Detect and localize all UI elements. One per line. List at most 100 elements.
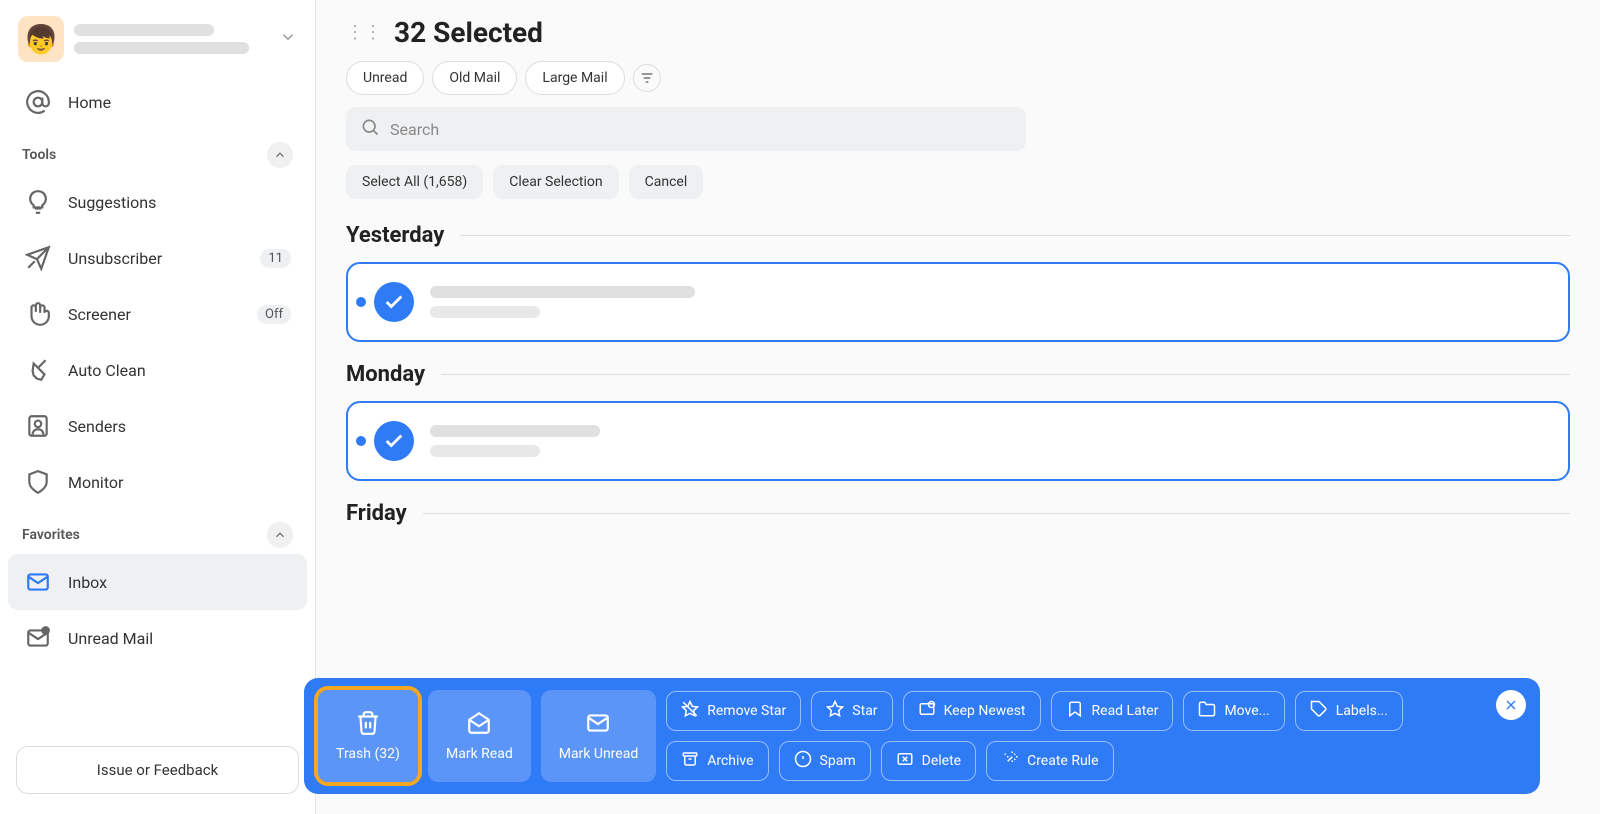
filter-old-mail[interactable]: Old Mail [432, 61, 517, 95]
move-button[interactable]: Move... [1183, 691, 1284, 731]
send-slash-icon [24, 244, 52, 272]
star-button[interactable]: Star [811, 691, 892, 731]
keep-newest-button[interactable]: Keep Newest [903, 691, 1041, 731]
close-action-bar-button[interactable] [1496, 690, 1526, 720]
sidebar-item-label: Screener [68, 305, 131, 324]
button-label: Labels... [1336, 703, 1388, 719]
sidebar-item-monitor[interactable]: Monitor [8, 454, 307, 510]
button-label: Create Rule [1027, 753, 1098, 769]
read-later-button[interactable]: Read Later [1051, 691, 1174, 731]
mark-read-button[interactable]: Mark Read [428, 690, 531, 782]
button-label: Read Later [1092, 703, 1159, 719]
mail-open-icon [466, 710, 492, 740]
page-title: 32 Selected [394, 16, 543, 49]
mail-placeholder [430, 286, 1548, 318]
filter-large-mail[interactable]: Large Mail [525, 61, 624, 95]
sidebar-item-inbox[interactable]: Inbox [8, 554, 307, 610]
sidebar-item-label: Unread Mail [68, 629, 153, 648]
sidebar-item-label: Inbox [68, 573, 107, 592]
tag-icon [1310, 700, 1328, 722]
mail-placeholder [430, 425, 1548, 457]
filter-icon[interactable] [633, 64, 661, 92]
mail-card[interactable] [346, 401, 1570, 481]
mark-unread-button[interactable]: Mark Unread [541, 690, 657, 782]
profile-placeholder [74, 24, 269, 54]
button-label: Move... [1224, 703, 1269, 719]
clear-selection-button[interactable]: Clear Selection [493, 165, 618, 199]
lightbulb-icon [24, 188, 52, 216]
sidebar-item-home[interactable]: Home [8, 74, 307, 130]
sidebar-item-label: Suggestions [68, 193, 156, 212]
section-label: Favorites [22, 527, 80, 543]
star-slash-icon [681, 700, 699, 722]
spam-button[interactable]: Spam [779, 741, 871, 781]
button-label: Delete [922, 753, 961, 769]
archive-icon [681, 750, 699, 772]
unread-dot-icon [356, 436, 366, 446]
section-label: Tools [22, 147, 56, 163]
sidebar-item-senders[interactable]: Senders [8, 398, 307, 454]
checkbox-checked-icon[interactable] [374, 421, 414, 461]
button-label: Spam [820, 753, 856, 769]
button-label: Remove Star [707, 703, 786, 719]
at-sign-icon [24, 88, 52, 116]
sidebar: 👦 Home Tools Suggestions [0, 0, 316, 814]
mail-icon [585, 710, 611, 740]
chevron-down-icon[interactable] [279, 28, 297, 50]
mail-clock-icon [918, 700, 936, 722]
mail-dot-icon [24, 624, 52, 652]
mail-card[interactable] [346, 262, 1570, 342]
unread-dot-icon [356, 297, 366, 307]
cancel-button[interactable]: Cancel [629, 165, 704, 199]
trash-button[interactable]: Trash (32) [318, 690, 418, 782]
group-header-yesterday: Yesterday [346, 223, 1570, 248]
button-label: Mark Read [446, 746, 513, 762]
bookmark-icon [1066, 700, 1084, 722]
delete-button[interactable]: Delete [881, 741, 976, 781]
mail-x-icon [896, 750, 914, 772]
create-rule-button[interactable]: Create Rule [986, 741, 1113, 781]
chevron-up-icon[interactable] [267, 142, 293, 168]
inbox-icon [24, 568, 52, 596]
alert-icon [794, 750, 812, 772]
broom-icon [24, 356, 52, 384]
action-bar: Trash (32) Mark Read Mark Unread Remove … [304, 678, 1540, 794]
shield-icon [24, 468, 52, 496]
sidebar-item-label: Monitor [68, 473, 123, 492]
select-all-button[interactable]: Select All (1,658) [346, 165, 483, 199]
sidebar-item-screener[interactable]: Screener Off [8, 286, 307, 342]
button-label: Archive [707, 753, 753, 769]
profile-row[interactable]: 👦 [8, 12, 307, 74]
sidebar-item-unsubscriber[interactable]: Unsubscriber 11 [8, 230, 307, 286]
sidebar-item-autoclean[interactable]: Auto Clean [8, 342, 307, 398]
wand-icon [1001, 750, 1019, 772]
search-input[interactable] [390, 120, 1012, 139]
button-label: Mark Unread [559, 746, 639, 762]
button-label: Keep Newest [944, 703, 1026, 719]
labels-button[interactable]: Labels... [1295, 691, 1403, 731]
group-title: Yesterday [346, 223, 444, 248]
sidebar-item-label: Home [68, 93, 111, 112]
hand-icon [24, 300, 52, 328]
star-icon [826, 700, 844, 722]
section-header-favorites: Favorites [8, 510, 307, 554]
filter-unread[interactable]: Unread [346, 61, 424, 95]
button-label: Star [852, 703, 877, 719]
sidebar-item-unread-mail[interactable]: Unread Mail [8, 610, 307, 666]
badge-count: 11 [260, 249, 291, 268]
checkbox-checked-icon[interactable] [374, 282, 414, 322]
chevron-up-icon[interactable] [267, 522, 293, 548]
button-label: Trash (32) [336, 746, 400, 762]
search-box[interactable] [346, 107, 1026, 151]
group-title: Monday [346, 362, 425, 387]
section-header-tools: Tools [8, 130, 307, 174]
group-header-monday: Monday [346, 362, 1570, 387]
feedback-button[interactable]: Issue or Feedback [16, 746, 299, 794]
drag-handle-icon[interactable]: ⋮⋮ [346, 22, 382, 43]
sidebar-item-suggestions[interactable]: Suggestions [8, 174, 307, 230]
badge-status: Off [257, 305, 291, 324]
archive-button[interactable]: Archive [666, 741, 768, 781]
group-header-friday: Friday [346, 501, 1570, 526]
remove-star-button[interactable]: Remove Star [666, 691, 801, 731]
sidebar-item-label: Auto Clean [68, 361, 146, 380]
